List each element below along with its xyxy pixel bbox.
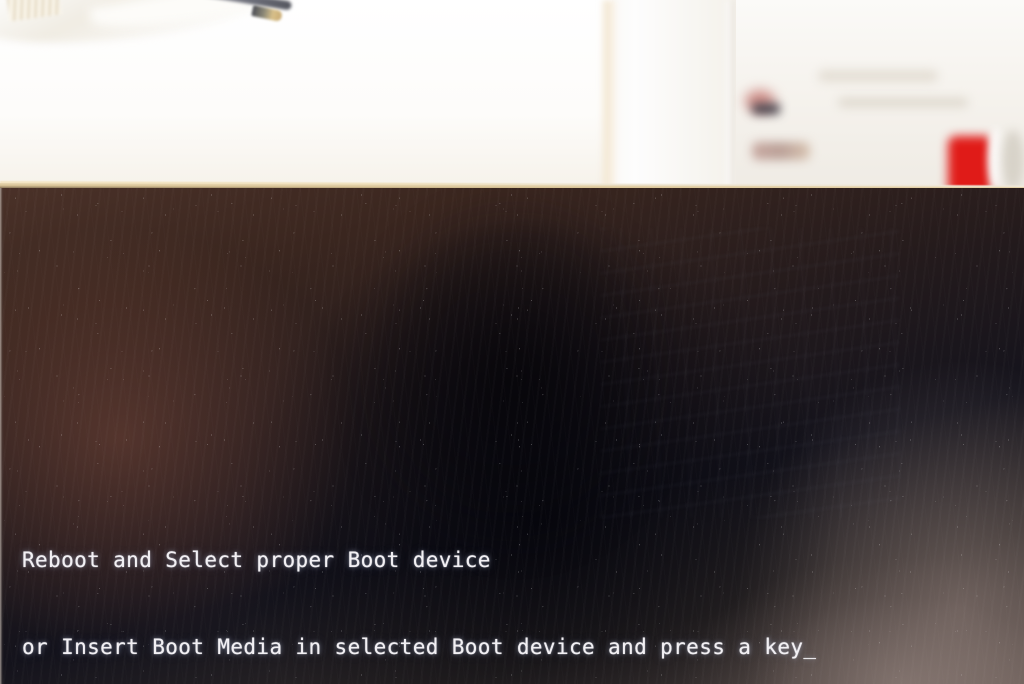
blurred-shelf-upper [818, 70, 938, 82]
bios-message-line-1: Reboot and Select proper Boot device [22, 548, 491, 572]
blurred-room-background [0, 0, 1024, 190]
blurred-shelf-lower [838, 98, 968, 107]
screenshot-root: Reboot and Select proper Boot device or … [0, 0, 1024, 684]
bios-message-line-2: or Insert Boot Media in selected Boot de… [22, 635, 817, 659]
screen-reflection-figure [300, 188, 730, 608]
blurred-object-multicolor [752, 142, 810, 160]
room-wall-edge-left [600, 0, 616, 190]
blurred-object-dark [752, 104, 780, 114]
bios-boot-error-message: Reboot and Select proper Boot device or … [22, 488, 816, 684]
screen-smudge-overlay [0, 188, 1024, 684]
blurred-object-gray [1002, 130, 1024, 190]
monitor-left-bezel-edge [0, 188, 4, 684]
screen-reflection-window [600, 228, 900, 518]
monitor-screen: Reboot and Select proper Boot device or … [0, 188, 1024, 684]
screen-dust-overlay [0, 188, 1024, 684]
screen-light-glow [620, 484, 1024, 684]
blurred-object-red [948, 136, 992, 190]
